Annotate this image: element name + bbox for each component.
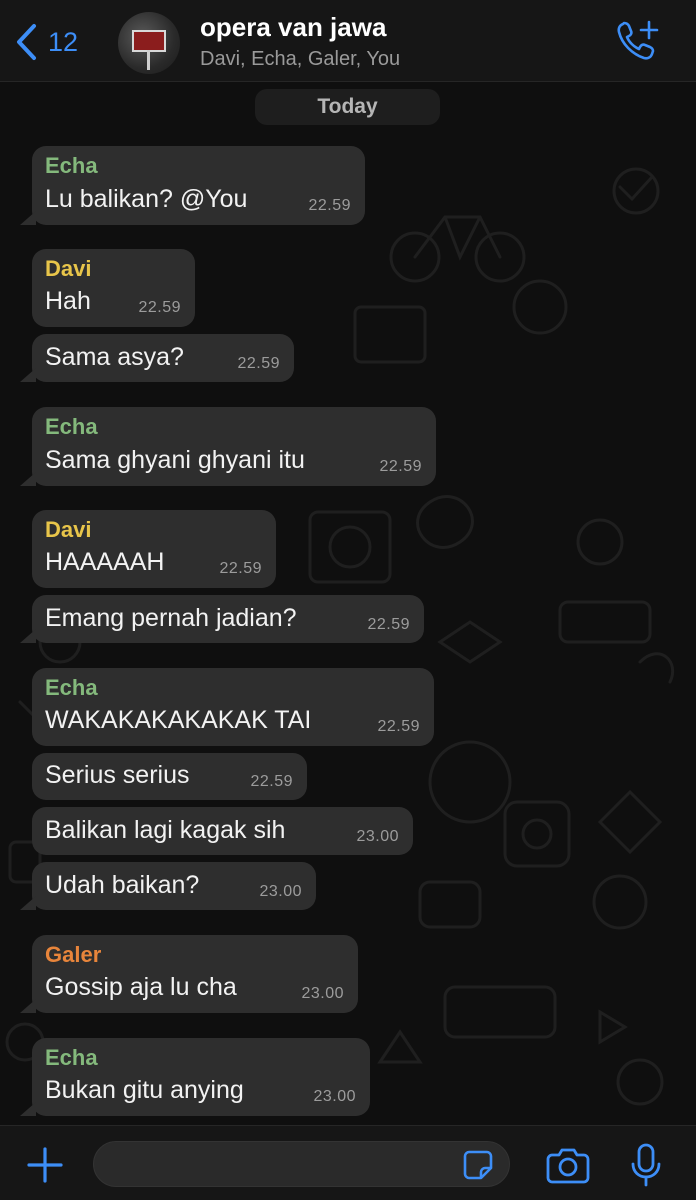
message-text: Bukan gitu anying (45, 1076, 244, 1104)
sender-name[interactable]: Echa (45, 675, 98, 701)
chat-header: 12 opera van jawa Davi, Echa, Galer, You (0, 0, 696, 82)
message-bubble[interactable]: Emang pernah jadian? 22.59 (20, 595, 424, 643)
message-bubble[interactable]: Echa Bukan gitu anying 23.00 (20, 1038, 370, 1116)
message-text: Serius serius (45, 761, 190, 789)
message-bubble[interactable]: Echa WAKAKAKAKAKAK TAI 22.59 (32, 668, 434, 746)
message-time: 22.59 (250, 773, 293, 790)
bubble-tail (20, 896, 36, 910)
message-bubble[interactable]: Balikan lagi kagak sih 23.00 (32, 807, 413, 855)
sender-name[interactable]: Echa (45, 153, 98, 179)
message-time: 22.59 (138, 299, 181, 316)
message-text: Emang pernah jadian? (45, 604, 297, 632)
message-text: HAAAAAH (45, 548, 165, 576)
bubble-tail (20, 211, 36, 225)
avatar-post (147, 50, 150, 70)
message-input[interactable] (93, 1141, 510, 1187)
message-time: 22.59 (379, 458, 422, 475)
sender-name[interactable]: Echa (45, 1045, 98, 1071)
message-time: 22.59 (308, 197, 351, 214)
message-text: Udah baikan? (45, 871, 200, 899)
message-bubble[interactable]: Sama asya? 22.59 (20, 334, 294, 382)
message-time: 23.00 (301, 985, 344, 1002)
date-separator: Today (255, 89, 440, 125)
message-text: Sama asya? (45, 343, 184, 371)
message-time: 23.00 (313, 1088, 356, 1105)
message-bubble[interactable]: Udah baikan? 23.00 (20, 862, 316, 910)
message-bubble[interactable]: Davi HAAAAAH 22.59 (32, 510, 276, 588)
group-members[interactable]: Davi, Echa, Galer, You (200, 48, 400, 71)
plus-icon[interactable] (26, 1146, 64, 1184)
message-text: Gossip aja lu cha (45, 973, 237, 1001)
camera-icon[interactable] (546, 1146, 590, 1184)
sender-name[interactable]: Davi (45, 517, 91, 543)
message-list[interactable]: Today Echa Lu balikan? @You 22.59 Davi H… (0, 82, 696, 1125)
group-avatar[interactable] (118, 12, 180, 74)
avatar-sign (132, 30, 166, 52)
bubble-tail (20, 999, 36, 1013)
sender-name[interactable]: Galer (45, 942, 101, 968)
bubble-tail (20, 368, 36, 382)
message-text: Lu balikan? @You (45, 185, 248, 213)
message-time: 22.59 (377, 718, 420, 735)
group-title[interactable]: opera van jawa (200, 12, 386, 43)
message-bubble[interactable]: Galer Gossip aja lu cha 23.00 (20, 935, 358, 1013)
sender-name[interactable]: Davi (45, 256, 91, 282)
unread-count: 12 (48, 26, 79, 57)
message-text: WAKAKAKAKAKAK TAI (45, 706, 312, 734)
bubble-tail (20, 472, 36, 486)
message-time: 23.00 (259, 883, 302, 900)
message-bubble[interactable]: Echa Lu balikan? @You 22.59 (20, 146, 365, 225)
sender-name[interactable]: Echa (45, 414, 98, 440)
message-bubble[interactable]: Serius serius 22.59 (32, 753, 307, 800)
bubble-tail (20, 629, 36, 643)
message-input-bar (0, 1125, 696, 1200)
message-time: 22.59 (367, 616, 410, 633)
message-time: 22.59 (219, 560, 262, 577)
message-bubble[interactable]: Davi Hah 22.59 (32, 249, 195, 327)
chevron-left-icon (17, 24, 36, 60)
bubble-tail (20, 1102, 36, 1116)
message-time: 22.59 (237, 355, 280, 372)
message-text: Hah (45, 287, 91, 315)
back-button[interactable]: 12 (14, 22, 78, 62)
sticker-icon[interactable] (462, 1149, 494, 1181)
microphone-icon[interactable] (630, 1142, 662, 1188)
phone-plus-icon[interactable] (614, 18, 660, 64)
message-text: Balikan lagi kagak sih (45, 816, 286, 844)
message-text: Sama ghyani ghyani itu (45, 446, 305, 474)
message-bubble[interactable]: Echa Sama ghyani ghyani itu 22.59 (20, 407, 436, 486)
message-time: 23.00 (356, 828, 399, 845)
